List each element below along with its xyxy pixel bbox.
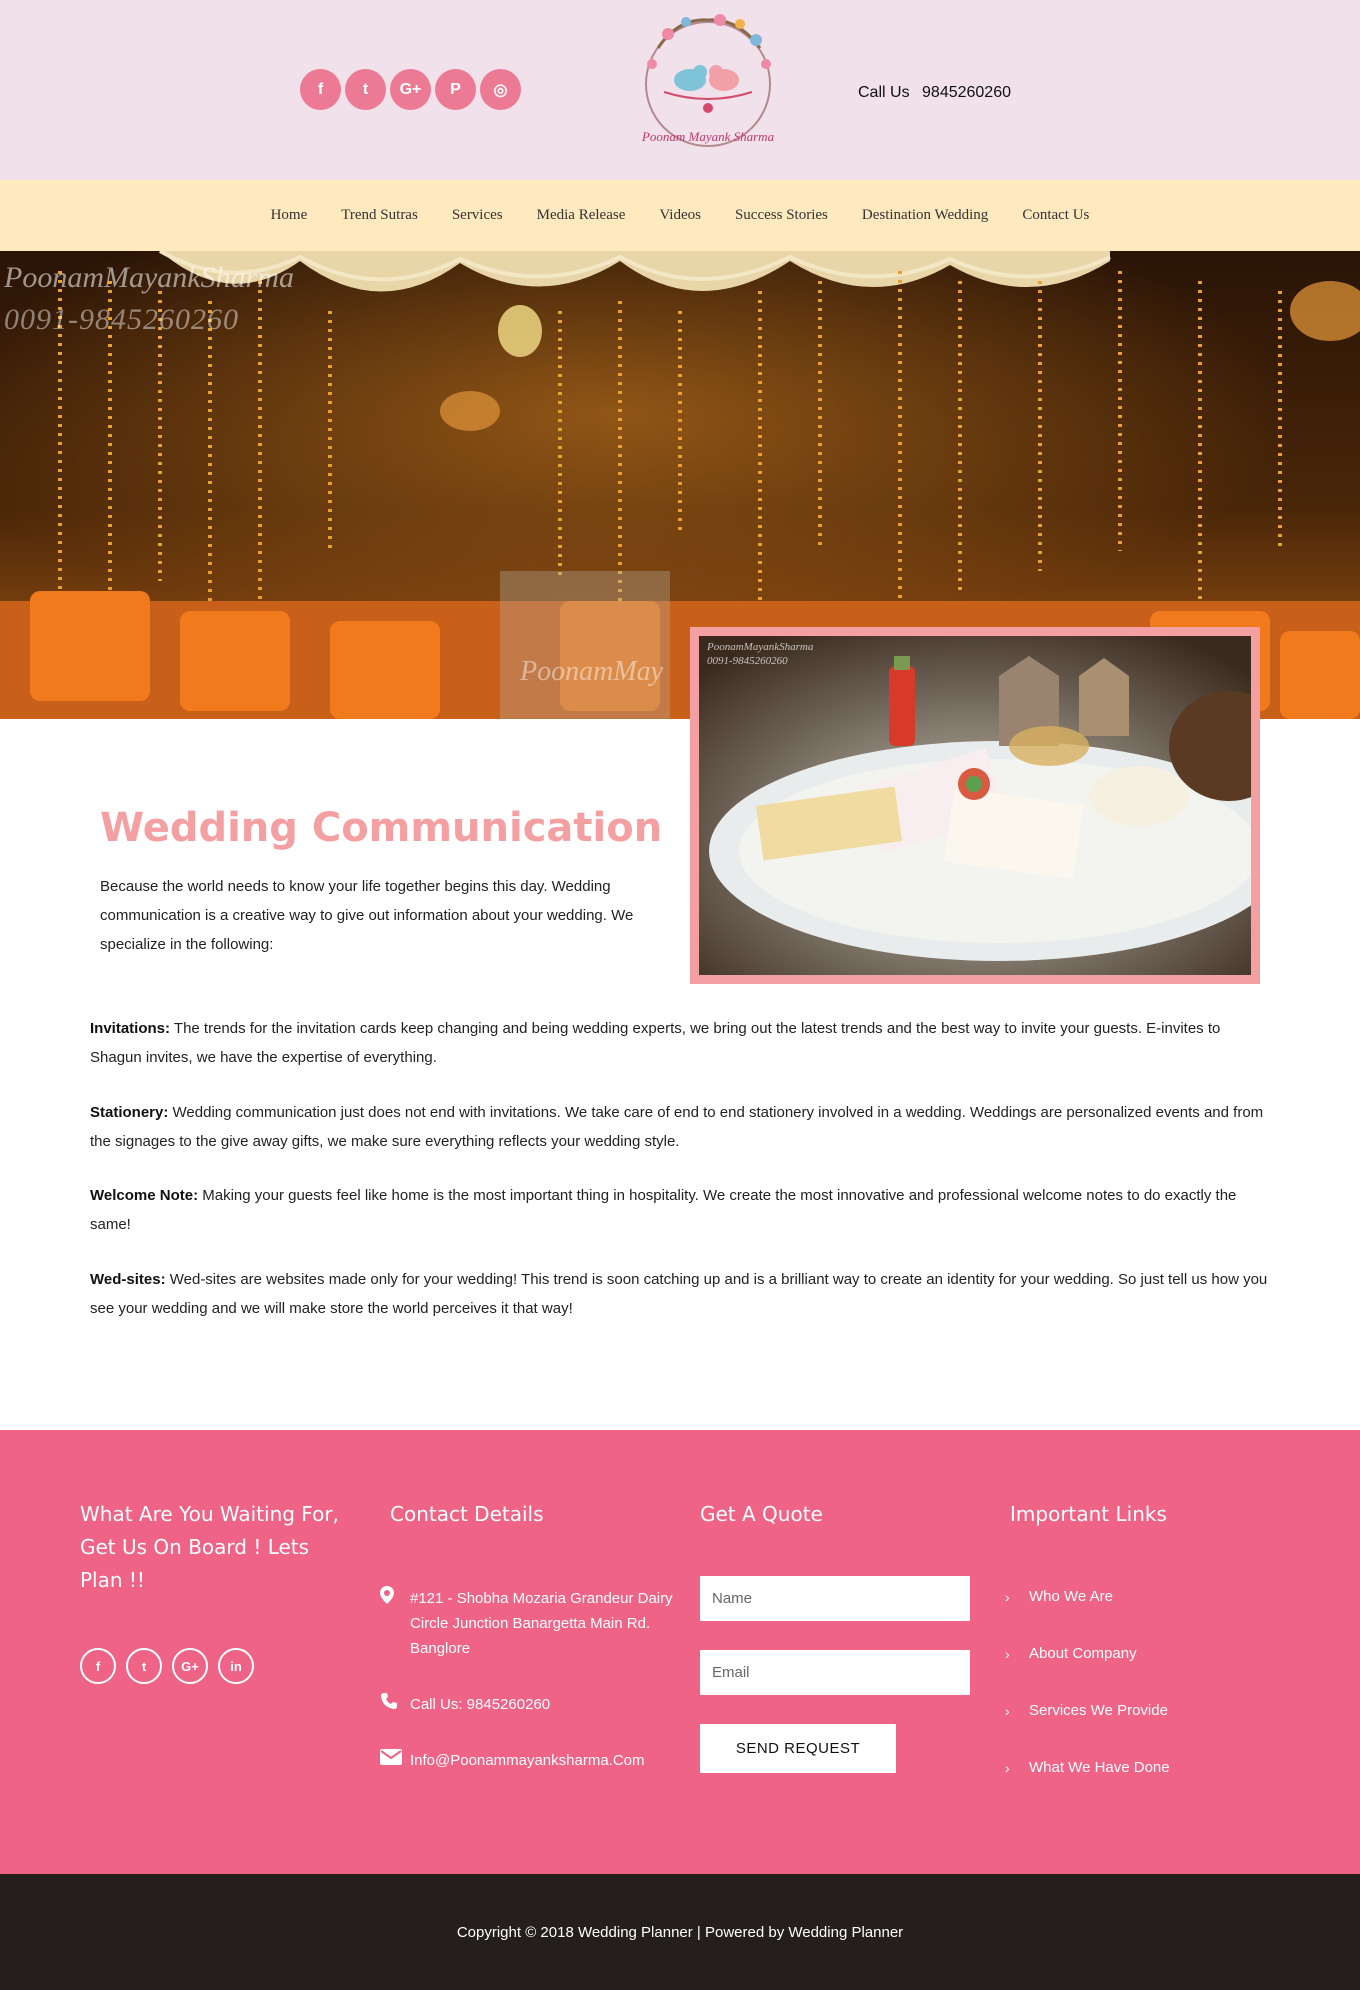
site-logo[interactable]: Poonam Mayank Sharma: [628, 6, 788, 176]
plate-watermark-name: PoonamMayankSharma: [706, 641, 814, 653]
plate-watermark-phone: 0091-9845260260: [707, 655, 788, 667]
google-plus-icon[interactable]: G+: [172, 1648, 208, 1684]
footer-cta-title: What Are You Waiting For, Get Us On Boar…: [80, 1502, 339, 1592]
twitter-icon[interactable]: t: [345, 69, 386, 110]
feature-text: Making your guests feel like home is the…: [90, 1187, 1237, 1233]
feature-stationery: Stationery: Wedding communication just d…: [90, 1098, 1270, 1156]
quote-name-input[interactable]: [700, 1576, 970, 1621]
address-text: #121 - Shobha Mozaria Grandeur Dairy Cir…: [410, 1590, 673, 1657]
intro-paragraph: Because the world needs to know your lif…: [100, 878, 634, 953]
feature-wed-sites: Wed-sites: Wed-sites are websites made o…: [90, 1265, 1270, 1323]
phone-icon: [380, 1692, 410, 1718]
facebook-icon[interactable]: f: [80, 1648, 116, 1684]
copyright-text: Copyright © 2018 Wedding Planner | Power…: [456, 1923, 904, 1941]
nav-videos[interactable]: Videos: [659, 207, 701, 224]
nav-success-stories[interactable]: Success Stories: [735, 207, 828, 224]
call-label: Call Us: [858, 84, 910, 101]
copyright-bar: Copyright © 2018 Wedding Planner | Power…: [0, 1874, 1360, 1990]
feature-text: Wed-sites are websites made only for you…: [90, 1271, 1268, 1317]
footer-link-label: Services We Provide: [1029, 1702, 1168, 1719]
contact-phone: Call Us: 9845260260: [380, 1692, 680, 1718]
page-title: Wedding Communication: [100, 805, 663, 851]
footer-social-links: f t G+ in: [80, 1648, 254, 1684]
feature-text: The trends for the invitation cards keep…: [90, 1020, 1221, 1066]
nav-trend-sutras[interactable]: Trend Sutras: [341, 207, 418, 224]
call-number[interactable]: 9845260260: [922, 84, 1011, 101]
header-social-links: f t G+ P ◎: [300, 69, 521, 110]
chevron-right-icon: ›: [1005, 1702, 1010, 1719]
hero-watermark-phone: 0091-9845260260: [4, 303, 239, 336]
feature-welcome-note: Welcome Note: Making your guests feel li…: [90, 1181, 1270, 1239]
footer-link-who-we-are[interactable]: › Who We Are: [1005, 1588, 1113, 1605]
instagram-icon[interactable]: ◎: [480, 69, 521, 110]
chevron-right-icon: ›: [1005, 1588, 1010, 1605]
mail-icon: [380, 1748, 410, 1773]
feature-text: Wedding communication just does not end …: [90, 1104, 1264, 1150]
plate-image-frame: PoonamMayankSharma 0091-9845260260: [690, 627, 1260, 984]
main-nav: Home Trend Sutras Services Media Release…: [0, 180, 1360, 251]
footer-link-label: What We Have Done: [1029, 1759, 1170, 1776]
chevron-right-icon: ›: [1005, 1759, 1010, 1776]
contact-details-title: Contact Details: [390, 1502, 544, 1526]
hero-watermark-name: PoonamMayankSharma: [4, 261, 294, 294]
footer: What Are You Waiting For, Get Us On Boar…: [0, 1430, 1360, 1874]
nav-services[interactable]: Services: [452, 207, 503, 224]
feature-invitations: Invitations: The trends for the invitati…: [90, 1014, 1270, 1072]
map-pin-icon: [380, 1586, 410, 1661]
feature-label: Welcome Note:: [90, 1187, 199, 1204]
footer-link-label: Who We Are: [1029, 1588, 1113, 1605]
phone-text[interactable]: Call Us: 9845260260: [410, 1692, 680, 1718]
footer-link-about-company[interactable]: › About Company: [1005, 1645, 1137, 1662]
hero-watermark-partial: PoonamMay: [520, 656, 664, 687]
nav-contact-us[interactable]: Contact Us: [1022, 207, 1089, 224]
plate-image: PoonamMayankSharma 0091-9845260260: [699, 636, 1251, 975]
email-text[interactable]: Info@Poonammayanksharma.Com: [410, 1748, 680, 1773]
nav-home[interactable]: Home: [271, 207, 308, 224]
feature-label: Stationery:: [90, 1104, 169, 1121]
important-links-title: Important Links: [1010, 1502, 1167, 1526]
get-a-quote-title: Get A Quote: [700, 1502, 823, 1526]
pinterest-icon[interactable]: P: [435, 69, 476, 110]
logo-text: Poonam Mayank Sharma: [641, 129, 775, 144]
contact-address: #121 - Shobha Mozaria Grandeur Dairy Cir…: [380, 1586, 680, 1661]
nav-media-release[interactable]: Media Release: [537, 207, 626, 224]
chevron-right-icon: ›: [1005, 1645, 1010, 1662]
twitter-icon[interactable]: t: [126, 1648, 162, 1684]
header-call: Call Us 9845260260: [858, 84, 1019, 102]
top-header: f t G+ P ◎ Poonam Mayank Sharma Call Us …: [0, 0, 1360, 180]
quote-email-input[interactable]: [700, 1650, 970, 1695]
footer-link-label: About Company: [1029, 1645, 1137, 1662]
footer-link-services[interactable]: › Services We Provide: [1005, 1702, 1168, 1719]
footer-link-what-we-have-done[interactable]: › What We Have Done: [1005, 1759, 1170, 1776]
facebook-icon[interactable]: f: [300, 69, 341, 110]
contact-email: Info@Poonammayanksharma.Com: [380, 1748, 680, 1773]
nav-destination-wedding[interactable]: Destination Wedding: [862, 207, 988, 224]
feature-label: Wed-sites:: [90, 1271, 166, 1288]
google-plus-icon[interactable]: G+: [390, 69, 431, 110]
send-request-button[interactable]: SEND REQUEST: [700, 1724, 896, 1773]
linkedin-icon[interactable]: in: [218, 1648, 254, 1684]
feature-label: Invitations:: [90, 1020, 171, 1037]
